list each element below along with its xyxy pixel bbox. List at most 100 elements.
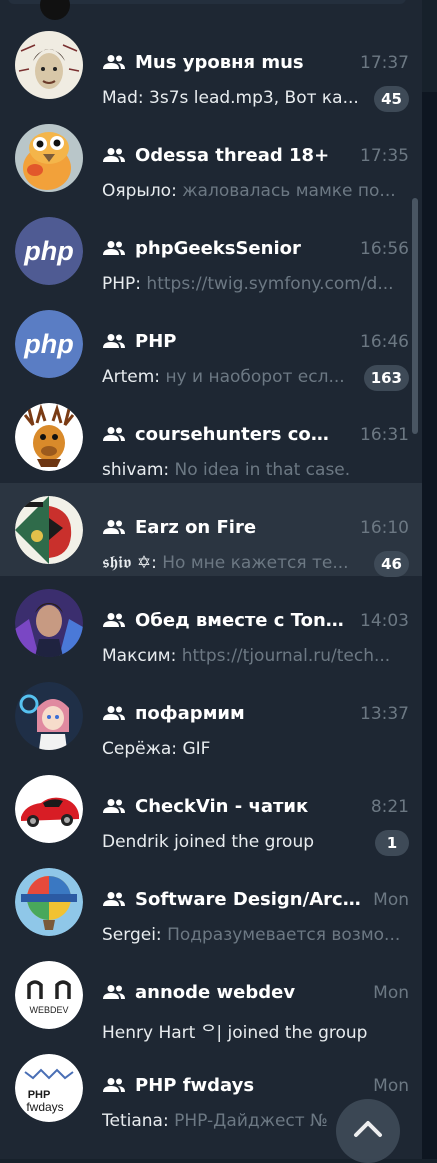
- fwdays-logo-text-2: fwdays: [26, 1100, 63, 1114]
- chat-list: Mus уровня mus 17:37 Mad: 3s7s lead.mp3,…: [0, 18, 422, 1134]
- chat-preview: PHP: https://twig.symfony.com/d...: [102, 274, 409, 294]
- chat-preview: Artem: ну и наоборот есл...: [102, 367, 364, 387]
- preview-sender: Mad:: [102, 88, 144, 108]
- group-icon: [102, 612, 126, 628]
- chat-time: 16:46: [360, 332, 409, 352]
- group-icon: [102, 333, 126, 349]
- group-icon: [102, 984, 126, 1000]
- avatar: php: [15, 217, 83, 285]
- chat-time: 14:03: [360, 611, 409, 631]
- unread-badge: 45: [374, 86, 409, 112]
- chat-time: 16:56: [360, 239, 409, 259]
- preview-message: Подразумевается возмо...: [167, 925, 401, 945]
- unread-badge: 163: [363, 365, 409, 391]
- chat-preview: 𝖘𝖍𝖎𝖛 ✡: Но мне кажется те...: [102, 553, 364, 573]
- chat-row[interactable]: Обед вместе с Tonti ... 14:03 Максим: ht…: [0, 576, 422, 669]
- php-logo-text: php: [23, 329, 73, 359]
- chat-title: phpGeeksSenior: [135, 238, 301, 259]
- unread-badge: 46: [374, 551, 409, 577]
- preview-sender: Tetiana:: [102, 1111, 169, 1131]
- preview-sender: shivam:: [102, 460, 170, 480]
- chat-time: 16:10: [360, 518, 409, 538]
- chat-time: Mon: [373, 890, 409, 910]
- avatar: [15, 124, 83, 192]
- chat-title: PHP fwdays: [135, 1075, 255, 1096]
- preview-message: GIF: [182, 739, 211, 759]
- chat-list-panel: Mus уровня mus 17:37 Mad: 3s7s lead.mp3,…: [0, 0, 422, 1159]
- partial-avatar: [40, 0, 70, 20]
- preview-message: 3s7s lead.mp3, Вот ка...: [149, 88, 359, 108]
- group-icon: [102, 54, 126, 70]
- chat-row[interactable]: coursehunters comm... 16:31 shivam: No i…: [0, 390, 422, 483]
- chat-preview: Mad: 3s7s lead.mp3, Вот ка...: [102, 88, 364, 108]
- chat-preview: shivam: No idea in that case.: [102, 460, 409, 480]
- chevron-up-icon: [354, 1121, 382, 1137]
- preview-message: ну и наоборот есл...: [165, 367, 345, 387]
- chat-row-selected[interactable]: Earz on Fire 16:10 𝖘𝖍𝖎𝖛 ✡: Но мне кажетс…: [0, 483, 422, 577]
- preview-message: Но мне кажется те...: [162, 553, 349, 573]
- chat-row[interactable]: php PHP 16:46 Artem: ну и наоборот есл..…: [0, 297, 422, 391]
- chat-title: CheckVin - чатик: [135, 796, 309, 817]
- chat-preview: Оярыло: жаловалась мамке по...: [102, 181, 409, 201]
- group-icon: [102, 1077, 126, 1093]
- chat-row[interactable]: Software Design/Archit... Mon Sergei: По…: [0, 855, 422, 948]
- scrollbar-thumb[interactable]: [412, 198, 418, 434]
- avatar: [15, 589, 83, 657]
- chat-preview: Серёжа: GIF: [102, 739, 409, 759]
- group-icon: [102, 240, 126, 256]
- preview-message: No idea in that case.: [174, 460, 351, 480]
- chat-title: Odessa thread 18+: [135, 145, 330, 166]
- avatar: [15, 31, 83, 99]
- preview-sender: Sergei:: [102, 925, 162, 945]
- scroll-to-top-button[interactable]: [336, 1099, 400, 1163]
- scrollbar-track[interactable]: [422, 92, 437, 1159]
- chat-title: coursehunters comm...: [135, 424, 347, 445]
- preview-message: Dendrik joined the group: [102, 832, 315, 852]
- avatar: [15, 682, 83, 750]
- preview-sender: Максим:: [102, 646, 177, 666]
- chat-title: Обед вместе с Tonti ...: [135, 610, 347, 631]
- preview-message: жаловалась мамке по...: [182, 181, 396, 201]
- chat-title: пофармим: [135, 703, 245, 724]
- chat-row[interactable]: Odessa thread 18+ 17:35 Оярыло: жаловала…: [0, 111, 422, 204]
- chat-row[interactable]: Mus уровня mus 17:37 Mad: 3s7s lead.mp3,…: [0, 18, 422, 112]
- php-logo-text: php: [23, 236, 73, 266]
- chat-preview: Dendrik joined the group: [102, 832, 364, 852]
- chat-preview: Максим: https://tjournal.ru/tech...: [102, 646, 409, 666]
- preview-message: Henry Hart ᄋ| joined the group: [102, 1023, 368, 1043]
- preview-sender: Artem:: [102, 367, 161, 387]
- preview-sender: Оярыло:: [102, 181, 177, 201]
- chat-title: Software Design/Archit...: [135, 889, 361, 910]
- chat-time: Mon: [373, 1076, 409, 1096]
- chat-time: 16:31: [360, 425, 409, 445]
- top-strip: [0, 0, 422, 20]
- chat-preview: Henry Hart ᄋ| joined the group: [102, 1018, 409, 1043]
- preview-sender: Серёжа:: [102, 739, 178, 759]
- chat-row[interactable]: WEBDEV annode webdev Mon Henry Hart ᄋ| j…: [0, 948, 422, 1043]
- chat-time: 8:21: [370, 797, 409, 817]
- chat-row[interactable]: php phpGeeksSenior 16:56 PHP: https://tw…: [0, 204, 422, 297]
- chat-title: Mus уровня mus: [135, 52, 304, 73]
- unread-badge: 1: [375, 830, 409, 856]
- avatar: [15, 868, 83, 936]
- preview-message: PHP-Дайджест №: [174, 1111, 328, 1131]
- group-icon: [102, 798, 126, 814]
- chat-time: Mon: [373, 983, 409, 1003]
- avatar: [15, 496, 83, 564]
- group-icon: [102, 426, 126, 442]
- chat-row[interactable]: пофармим 13:37 Серёжа: GIF: [0, 669, 422, 762]
- chat-title: annode webdev: [135, 982, 296, 1003]
- group-icon: [102, 519, 126, 535]
- chat-time: 17:37: [360, 53, 409, 73]
- avatar: php: [15, 310, 83, 378]
- group-icon: [102, 891, 126, 907]
- chat-row[interactable]: CheckVin - чатик 8:21 Dendrik joined the…: [0, 762, 422, 856]
- chat-time: 17:35: [360, 146, 409, 166]
- avatar: PHP fwdays: [15, 1054, 83, 1122]
- group-icon: [102, 705, 126, 721]
- chat-time: 13:37: [360, 704, 409, 724]
- preview-message: https://tjournal.ru/tech...: [181, 646, 391, 666]
- preview-sender: PHP:: [102, 274, 142, 294]
- chat-title: PHP: [135, 331, 177, 352]
- chat-preview: Sergei: Подразумевается возмо...: [102, 925, 409, 945]
